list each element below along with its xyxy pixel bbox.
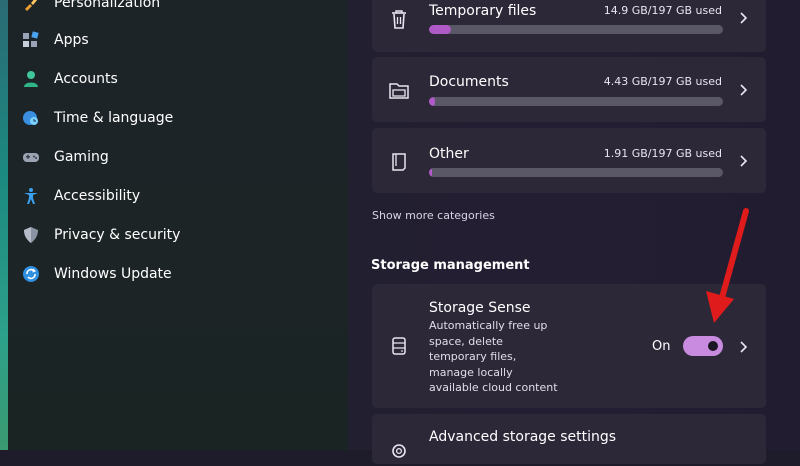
storage-category-other[interactable]: Other 1.91 GB/197 GB used (372, 128, 766, 193)
update-icon (22, 265, 40, 283)
sidebar-item-windows-update[interactable]: Windows Update (22, 256, 322, 292)
category-title: Documents (429, 74, 509, 90)
brush-icon (22, 0, 40, 12)
sidebar-item-accounts[interactable]: Accounts (22, 61, 322, 97)
storage-drive-icon (388, 335, 410, 357)
show-more-categories-link[interactable]: Show more categories (372, 209, 495, 222)
storage-category-documents[interactable]: Documents 4.43 GB/197 GB used (372, 57, 766, 122)
sidebar-item-label: Gaming (54, 149, 109, 165)
category-title: Other (429, 146, 469, 162)
toggle-state-label: On (652, 339, 671, 354)
window-edge (0, 0, 8, 450)
gear-icon (388, 440, 410, 462)
sidebar-item-gaming[interactable]: Gaming (22, 139, 322, 175)
advanced-storage-settings-title: Advanced storage settings (429, 429, 617, 445)
sidebar-item-personalization[interactable]: Personalization (22, 0, 322, 21)
usage-bar-fill (429, 97, 436, 106)
storage-sense-description: Automatically free up space, delete temp… (429, 319, 558, 394)
sidebar-item-label: Time & language (54, 110, 174, 126)
sidebar-item-label: Privacy & security (54, 227, 181, 243)
chevron-right-icon (740, 84, 748, 96)
accessibility-icon (22, 187, 40, 205)
storage-sense-title: Storage Sense (429, 300, 531, 316)
usage-bar-fill (429, 25, 452, 34)
sidebar-item-apps[interactable]: Apps (22, 22, 322, 58)
usage-bar (429, 168, 723, 177)
advanced-storage-settings-card[interactable]: Advanced storage settings (372, 414, 766, 464)
usage-bar (429, 97, 723, 106)
shield-icon (22, 226, 40, 244)
section-heading-storage-management: Storage management (371, 258, 530, 273)
file-icon (388, 150, 410, 172)
chevron-right-icon (740, 341, 748, 353)
category-usage: 4.43 GB/197 GB used (603, 75, 722, 88)
category-usage: 1.91 GB/197 GB used (603, 147, 722, 160)
gamepad-icon (22, 148, 40, 166)
chevron-right-icon (740, 12, 748, 24)
sidebar-item-label: Personalization (54, 0, 161, 11)
sidebar-item-label: Accounts (54, 71, 118, 87)
usage-bar (429, 25, 723, 34)
sidebar-item-accessibility[interactable]: Accessibility (22, 178, 322, 214)
settings-sidebar: Personalization Apps Accounts Time & lan… (8, 0, 348, 450)
folder-icon (388, 79, 410, 101)
trash-icon (388, 8, 410, 30)
category-title: Temporary files (429, 3, 537, 19)
chevron-right-icon (740, 155, 748, 167)
toggle-knob (708, 341, 718, 351)
sidebar-item-label: Accessibility (54, 188, 141, 204)
annotation-arrow (706, 208, 749, 323)
usage-bar-fill (429, 168, 432, 177)
person-icon (22, 70, 40, 88)
storage-sense-toggle[interactable] (683, 336, 723, 356)
sidebar-item-label: Windows Update (54, 266, 172, 282)
storage-category-temporary-files[interactable]: Temporary files 14.9 GB/197 GB used (372, 0, 766, 52)
sidebar-item-label: Apps (54, 32, 89, 48)
sidebar-item-privacy-security[interactable]: Privacy & security (22, 217, 322, 253)
category-usage: 14.9 GB/197 GB used (603, 4, 722, 17)
sidebar-item-time-language[interactable]: Time & language (22, 100, 322, 136)
globe-clock-icon (22, 109, 40, 127)
apps-icon (22, 31, 40, 49)
